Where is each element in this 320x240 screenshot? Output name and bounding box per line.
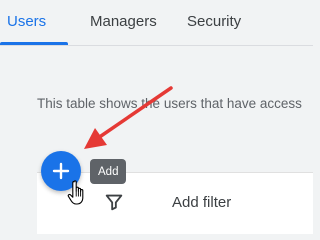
tab-security[interactable]: Security [187, 13, 241, 30]
plus-icon [52, 162, 70, 180]
hand-cursor-icon [67, 180, 84, 205]
users-page: Users Managers Security This table shows… [0, 0, 313, 234]
tab-managers[interactable]: Managers [90, 13, 157, 30]
table-description: This table shows the users that have acc… [37, 96, 302, 111]
add-tooltip: Add [90, 159, 127, 184]
active-tab-indicator [0, 42, 68, 45]
add-filter-button[interactable]: Add filter [172, 194, 231, 211]
tab-users[interactable]: Users [7, 13, 46, 30]
filter-icon[interactable] [103, 191, 125, 213]
tab-bar: Users Managers Security [0, 0, 313, 46]
